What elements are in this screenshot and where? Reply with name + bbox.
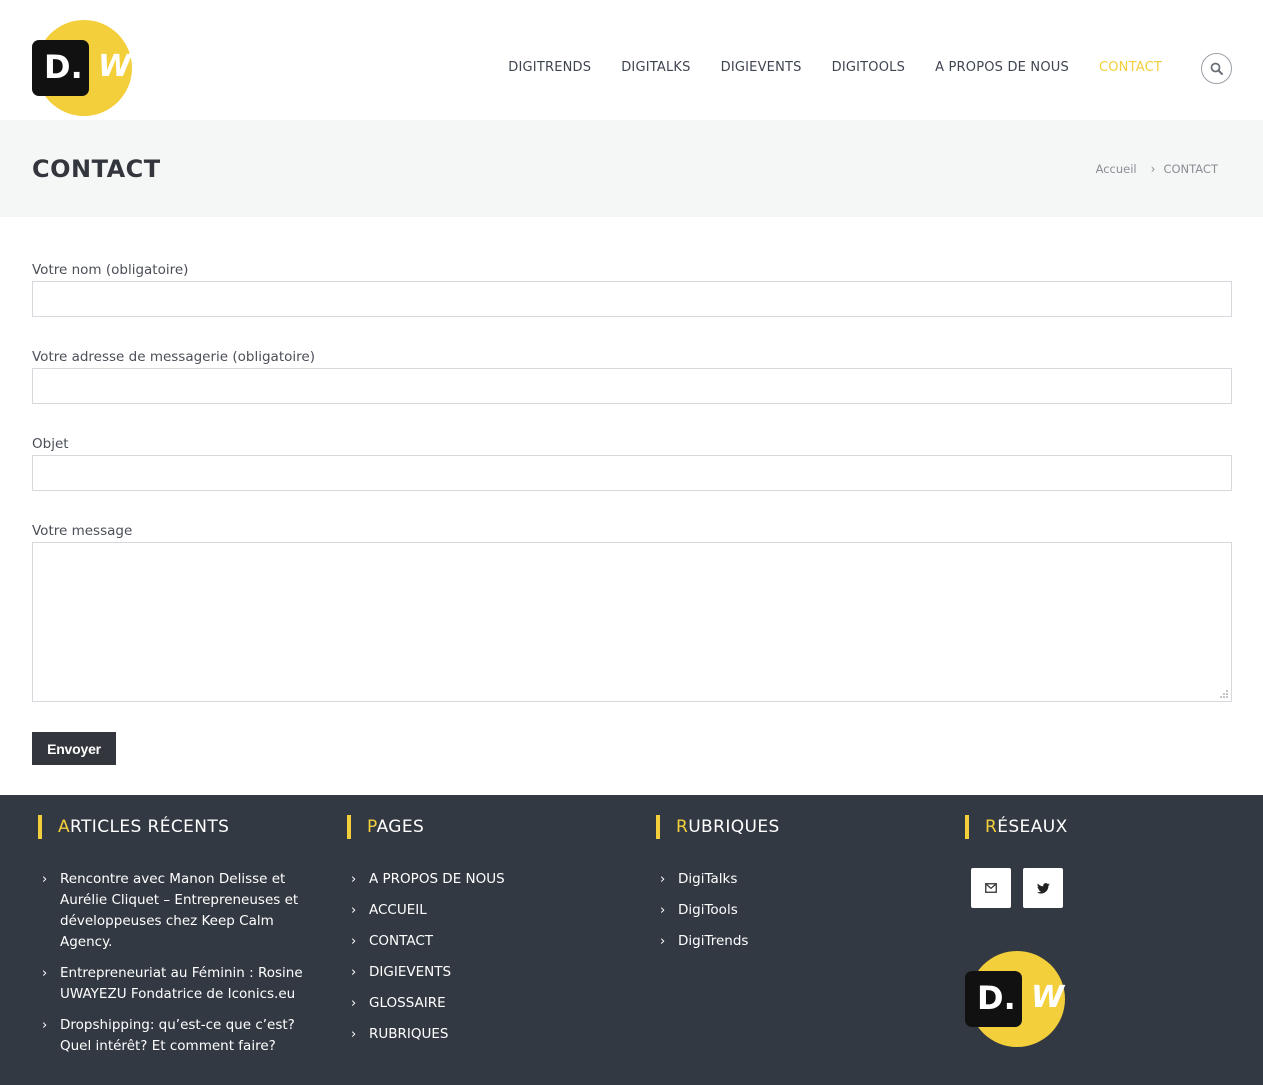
site-logo[interactable]: D. W [32,20,132,116]
heading-accent-bar [38,815,42,839]
logo-letter: D. [977,979,1016,1017]
rubrique-link-digitalks[interactable]: › DigiTalks [656,869,916,890]
email-input[interactable] [32,368,1232,404]
pages-link-contact[interactable]: › CONTACT [347,931,607,952]
pages-link-digievents[interactable]: › DIGIEVENTS [347,962,607,983]
logo-w: W [1031,980,1065,1015]
chevron-right-icon: › [351,872,357,887]
breadcrumb-current: CONTACT [1163,162,1218,176]
chevron-right-icon: › [42,966,48,981]
nav-digitrends[interactable]: DIGITRENDS [508,59,591,77]
chevron-right-icon: › [660,934,666,949]
envelope-icon [985,883,997,893]
footer-heading-recent: ARTICLES RÉCENTS [38,815,318,839]
chevron-right-icon: › [351,965,357,980]
chevron-right-icon: › [660,872,666,887]
footer-heading-pages: PAGES [347,815,607,839]
page-title: CONTACT [32,155,161,183]
rubrique-link-digitrends[interactable]: › DigiTrends [656,931,916,952]
rubriques-list: › DigiTalks › DigiTools › DigiTrends [656,869,916,952]
heading-accent-bar [347,815,351,839]
message-label: Votre message [32,523,133,539]
pages-list: › A PROPOS DE NOUS › ACCUEIL › CONTACT › DIG… [347,869,607,1045]
submit-button[interactable]: Envoyer [32,732,116,765]
footer-heading-rubriques: RUBRIQUES [656,815,916,839]
chevron-right-icon: › [660,903,666,918]
recent-article-item[interactable]: › Dropshipping: qu’est-ce que c’est? Quel… [38,1015,318,1057]
site-header: D. W DIGITRENDS DIGITALKS DIGIEVENTS DIG… [0,0,1263,120]
nav-contact[interactable]: CONTACT [1099,59,1162,77]
message-textarea[interactable] [32,542,1232,702]
breadcrumb-home[interactable]: Accueil [1096,162,1137,176]
recent-articles-list: › Rencontre avec Manon Delisse et Aurélie… [38,869,318,1057]
nav-digitools[interactable]: DIGITOOLS [832,59,905,77]
footer-reseaux: RÉSEAUX [965,815,1225,839]
twitter-icon [1036,882,1050,894]
email-social-button[interactable] [971,868,1011,908]
name-input[interactable] [32,281,1232,317]
resize-grip-icon[interactable] [1219,689,1229,699]
subject-label: Objet [32,436,69,452]
recent-article-item[interactable]: › Rencontre avec Manon Delisse et Aurélie… [38,869,318,953]
chevron-right-icon: › [351,1027,357,1042]
heading-accent-bar [656,815,660,839]
pages-link-accueil[interactable]: › ACCUEIL [347,900,607,921]
footer-pages: PAGES › A PROPOS DE NOUS › ACCUEIL › CONTAC… [347,815,607,1055]
pages-link-rubriques[interactable]: › RUBRIQUES [347,1024,607,1045]
main-nav: DIGITRENDS DIGITALKS DIGIEVENTS DIGITOOL… [478,59,1162,77]
search-button[interactable] [1201,53,1232,84]
pages-link-a-propos[interactable]: › A PROPOS DE NOUS [347,869,607,890]
chevron-right-icon: › [42,1018,48,1033]
chevron-right-icon: › [351,934,357,949]
nav-digievents[interactable]: DIGIEVENTS [721,59,802,77]
twitter-social-button[interactable] [1023,868,1063,908]
name-label: Votre nom (obligatoire) [32,262,189,278]
breadcrumb-separator: › [1150,162,1156,176]
logo-letter: D. [44,48,83,86]
chevron-right-icon: › [351,903,357,918]
nav-a-propos[interactable]: A PROPOS DE NOUS [935,59,1069,77]
chevron-right-icon: › [351,996,357,1011]
chevron-right-icon: › [42,872,48,887]
footer-logo[interactable]: D. W [965,951,1065,1047]
breadcrumb: Accueil › CONTACT [1096,162,1218,176]
search-icon [1210,62,1223,75]
subject-input[interactable] [32,455,1232,491]
recent-article-item[interactable]: › Entrepreneuriat au Féminin : Rosine UWA… [38,963,318,1005]
page-title-bar [0,120,1263,217]
footer-rubriques: RUBRIQUES › DigiTalks › DigiTools › DigiTre… [656,815,916,962]
pages-link-glossaire[interactable]: › GLOSSAIRE [347,993,607,1014]
rubrique-link-digitools[interactable]: › DigiTools [656,900,916,921]
footer-heading-reseaux: RÉSEAUX [965,815,1225,839]
email-label: Votre adresse de messagerie (obligatoire… [32,349,315,365]
nav-digitalks[interactable]: DIGITALKS [621,59,690,77]
footer-recent-articles: ARTICLES RÉCENTS › Rencontre avec Manon D… [38,815,318,1067]
heading-accent-bar [965,815,969,839]
logo-w: W [98,49,132,84]
